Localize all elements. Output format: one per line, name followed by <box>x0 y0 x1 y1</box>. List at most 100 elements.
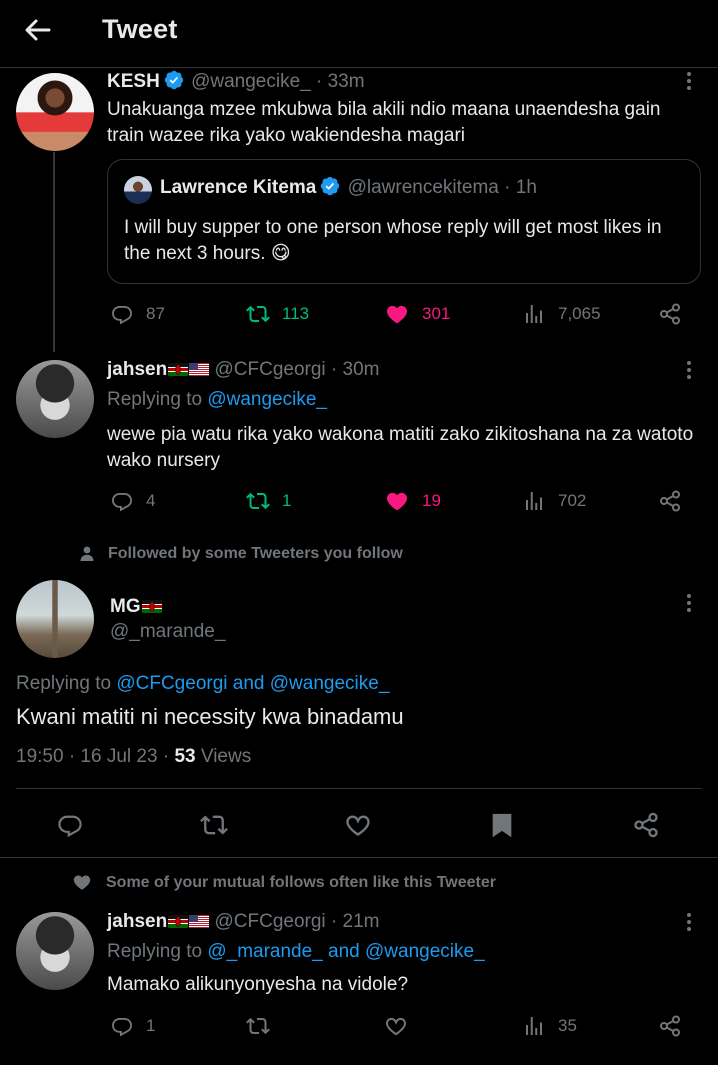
reply-icon <box>110 1014 134 1038</box>
avatar[interactable] <box>16 360 94 438</box>
replying-to: Replying to @_marande_ and @wangecike_ <box>107 941 485 963</box>
display-name: Lawrence Kitema <box>160 177 317 198</box>
social-context: Some of your mutual follows often like t… <box>72 874 496 892</box>
retweet-button[interactable]: 113 <box>246 302 309 326</box>
views-count: 35 <box>558 1016 577 1035</box>
more-icon[interactable] <box>686 594 692 616</box>
like-count: 19 <box>422 491 441 510</box>
display-name[interactable]: MG <box>110 596 141 617</box>
like-button[interactable]: 301 <box>384 302 450 326</box>
display-name[interactable]: KESH <box>107 71 160 92</box>
retweet-button[interactable] <box>246 1014 270 1038</box>
heart-icon <box>73 875 91 890</box>
more-icon[interactable] <box>686 913 692 935</box>
share-icon <box>658 489 682 513</box>
reply-count: 4 <box>146 491 156 510</box>
timestamp[interactable]: 19:50 · 16 Jul 23 · <box>16 746 169 767</box>
top-bar: Tweet <box>0 0 718 68</box>
views-button[interactable]: 7,065 <box>522 302 601 326</box>
more-icon[interactable] <box>686 72 692 94</box>
reply-button[interactable]: 87 <box>110 302 165 326</box>
retweet-count: 113 <box>282 304 310 323</box>
timestamp[interactable]: · 21m <box>331 911 380 932</box>
thread-line <box>53 152 55 352</box>
avatar[interactable] <box>16 580 94 658</box>
retweet-icon <box>246 489 270 513</box>
views-button[interactable]: 702 <box>522 489 586 513</box>
like-count: 301 <box>422 304 451 323</box>
like-icon <box>384 489 410 513</box>
reply-icon <box>110 489 134 513</box>
social-context-text: Followed by some Tweeters you follow <box>108 545 403 562</box>
views-count: 702 <box>558 491 587 510</box>
retweet-icon <box>246 302 270 326</box>
tweet-timestamp: 19:50 · 16 Jul 23 · 53 Views <box>16 746 251 768</box>
avatar[interactable] <box>16 73 94 151</box>
avatar[interactable] <box>16 912 94 990</box>
timestamp[interactable]: · 30m <box>331 359 380 380</box>
retweet-button[interactable]: 1 <box>246 489 291 513</box>
tweet-header: KESH @wangecike_ · 33m <box>107 70 365 93</box>
retweet-icon <box>246 1014 270 1038</box>
like-button[interactable]: 19 <box>384 489 441 513</box>
views-icon <box>522 1014 546 1038</box>
social-context: Followed by some Tweeters you follow <box>80 545 403 563</box>
kenya-flag-icon <box>168 915 188 928</box>
reply-button[interactable]: 1 <box>110 1014 155 1038</box>
verified-icon <box>164 70 184 90</box>
display-name[interactable]: jahsen <box>107 911 167 932</box>
avatar <box>124 176 152 204</box>
share-icon <box>658 302 682 326</box>
username[interactable]: @CFCgeorgi <box>214 911 325 932</box>
share-icon <box>632 811 660 839</box>
username[interactable]: @_marande_ <box>110 621 225 643</box>
verified-icon <box>320 176 340 196</box>
like-icon <box>384 302 410 326</box>
username[interactable]: @wangecike_ <box>191 71 311 92</box>
quote-header: Lawrence Kitema @lawrencekitema · 1h <box>160 176 537 199</box>
timestamp[interactable]: · 33m <box>316 71 365 92</box>
share-icon <box>658 1014 682 1038</box>
share-button[interactable] <box>658 489 682 513</box>
like-button[interactable] <box>384 1014 408 1038</box>
divider <box>16 788 702 789</box>
person-icon <box>80 546 94 561</box>
username[interactable]: @CFCgeorgi <box>214 359 325 380</box>
page-title: Tweet <box>102 14 178 44</box>
tweet-text: Mamako alikunyonyesha na vidole? <box>107 974 409 995</box>
main-tweet-text: Kwani matiti ni necessity kwa binadamu <box>16 704 404 729</box>
replying-prefix: Replying to <box>16 673 112 694</box>
retweet-icon <box>200 811 228 839</box>
like-button[interactable] <box>344 811 372 839</box>
retweet-button[interactable] <box>200 811 228 839</box>
username: @lawrencekitema <box>347 177 499 198</box>
reply-count: 1 <box>146 1016 156 1035</box>
mention-link[interactable]: @_marande_ and @wangecike_ <box>207 941 484 962</box>
mention-link[interactable]: @wangecike_ <box>207 389 327 410</box>
bookmark-icon <box>488 811 516 839</box>
share-button[interactable] <box>658 1014 682 1038</box>
reply-icon <box>56 811 84 839</box>
views-label: Views <box>200 746 252 767</box>
reply-button[interactable] <box>56 811 84 839</box>
tweet-header: jahsen @CFCgeorgi · 30m <box>107 359 380 381</box>
share-button[interactable] <box>632 811 660 839</box>
views-button[interactable]: 35 <box>522 1014 577 1038</box>
main-author-name-row: MG <box>110 596 162 618</box>
us-flag-icon <box>189 363 209 376</box>
like-icon <box>344 811 372 839</box>
display-name[interactable]: jahsen <box>107 359 167 380</box>
reply-button[interactable]: 4 <box>110 489 155 513</box>
views-icon <box>522 489 546 513</box>
back-arrow-icon[interactable] <box>22 14 54 46</box>
share-button[interactable] <box>658 302 682 326</box>
quoted-tweet[interactable]: Lawrence Kitema @lawrencekitema · 1h I w… <box>107 159 701 284</box>
like-icon <box>384 1014 408 1038</box>
bookmark-button[interactable] <box>488 811 516 839</box>
more-icon[interactable] <box>686 361 692 383</box>
tweet-text: Unakuanga mzee mkubwa bila akili ndio ma… <box>107 99 661 146</box>
kenya-flag-icon <box>168 363 188 376</box>
mention-link[interactable]: @CFCgeorgi and @wangecike_ <box>116 673 389 694</box>
replying-prefix: Replying to <box>107 389 203 410</box>
kenya-flag-icon <box>142 600 162 613</box>
